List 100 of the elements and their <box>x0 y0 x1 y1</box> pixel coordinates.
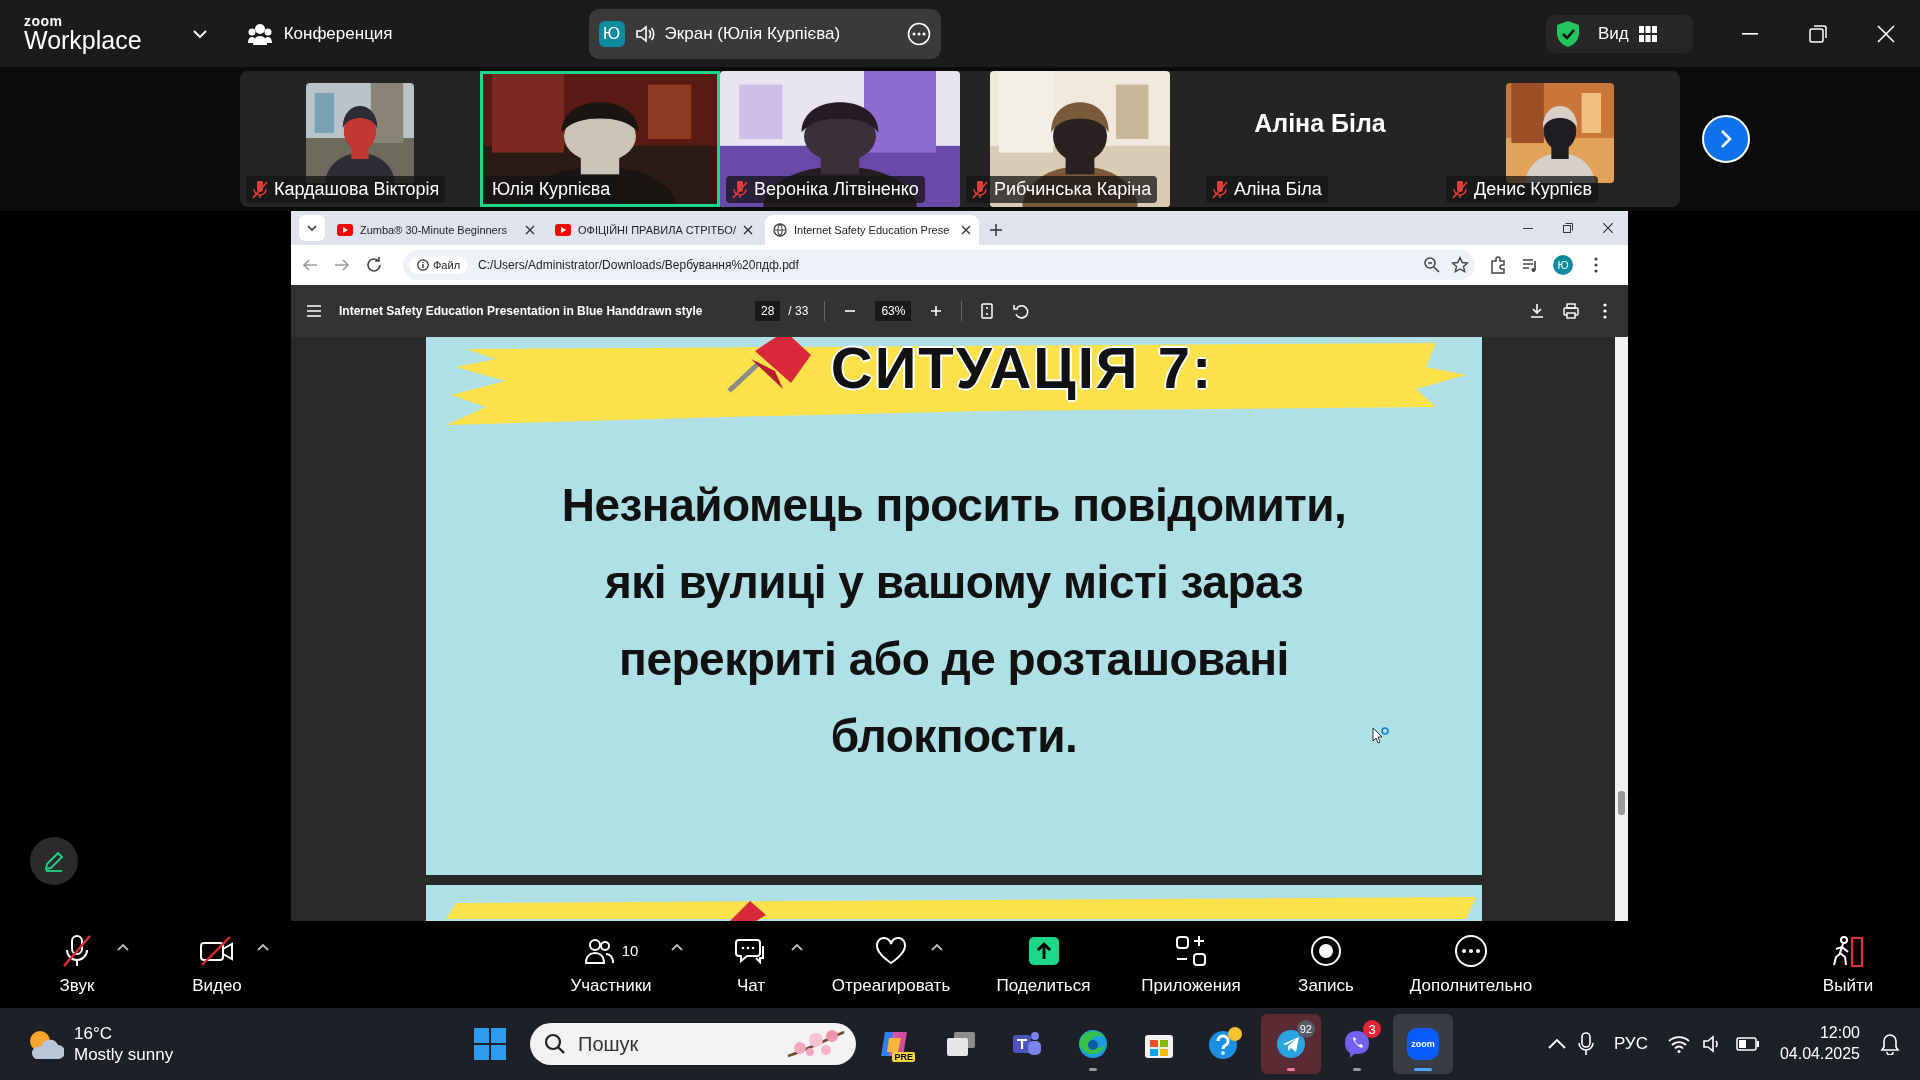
participant-tile[interactable]: Денис Курпієв <box>1440 71 1680 207</box>
weather-condition: Mostly sunny <box>74 1044 174 1066</box>
star-icon[interactable] <box>1451 256 1469 274</box>
browser-tab[interactable]: Zumba® 30-Minute Beginners <box>329 215 543 245</box>
print-icon[interactable] <box>1562 302 1580 320</box>
participant-count: 10 <box>621 942 639 959</box>
notification-count: 3 <box>1363 1020 1381 1038</box>
toolbar-button[interactable]: Поделиться <box>981 921 1106 1008</box>
address-field[interactable]: Файл C:/Users/Administrator/Downloads/Вербування%20пдф.pdf <box>403 250 1475 280</box>
task-view-icon[interactable] <box>945 1030 977 1058</box>
zoom-app-icon[interactable]: zoom <box>1407 1028 1439 1060</box>
view-button[interactable]: Вид <box>1598 23 1657 44</box>
close-icon[interactable] <box>743 225 753 235</box>
participant-tile[interactable]: Кардашова Вікторія <box>240 71 480 207</box>
taskbar-app[interactable]: 92 <box>1261 1014 1321 1074</box>
site-info-chip[interactable]: Файл <box>409 256 469 274</box>
caret-up-icon[interactable] <box>257 943 269 951</box>
slide-text: Незнайомець просить повідомити, які вулиці у вашому місті зараз перекриті або де розташовані блокпости. <box>560 478 1348 764</box>
minimize-icon <box>1742 32 1758 35</box>
meeting-button[interactable]: Конференция <box>247 13 393 54</box>
windows-icon <box>474 1028 506 1060</box>
browser-tab[interactable]: Internet Safety Education Prese <box>765 215 979 245</box>
caret-up-icon[interactable] <box>671 943 683 951</box>
tab-list-button[interactable] <box>299 215 325 241</box>
toolbar-button[interactable]: Дополнительно <box>1396 921 1546 1008</box>
zoom-level-field[interactable]: 63% <box>875 301 912 321</box>
toolbar-button[interactable]: Чат <box>701 921 801 1008</box>
microphone-icon[interactable] <box>1577 1032 1594 1056</box>
apps-icon <box>1175 934 1207 967</box>
chevron-down-icon[interactable] <box>191 28 208 39</box>
close-icon[interactable] <box>525 225 535 235</box>
toolbar-button[interactable]: 10 Участники <box>541 921 681 1008</box>
participant-display-name: Аліна Біла <box>1254 109 1386 138</box>
bell-icon[interactable] <box>1880 1033 1900 1055</box>
taskbar-app[interactable]: zoom <box>1393 1014 1453 1074</box>
clock-time: 12:00 <box>1819 1023 1860 1044</box>
page-count: / 33 <box>788 304 809 318</box>
screen-share-label: Экран (Юлія Курпієва) <box>664 23 842 44</box>
caret-up-icon[interactable] <box>931 943 943 951</box>
toolbar-button[interactable]: Видео <box>167 921 267 1008</box>
clock-date: 04.04.2025 <box>1779 1044 1860 1064</box>
url-text: C:/Users/Administrator/Downloads/Вербування%20пдф.pdf <box>478 258 800 272</box>
language-indicator[interactable]: РУС <box>1605 1034 1656 1054</box>
play-icon <box>337 224 353 236</box>
heart-icon <box>874 935 908 966</box>
clock-button[interactable]: 12:00 04.04.2025 <box>1771 1023 1868 1065</box>
browser-tab[interactable]: ОФІЦІЙНІ ПРАВИЛА СТРІТБО/ <box>547 215 761 245</box>
restore-icon <box>1809 24 1827 43</box>
wifi-icon[interactable] <box>1667 1035 1690 1053</box>
edge-icon[interactable] <box>1077 1028 1109 1060</box>
close-icon <box>1877 24 1895 43</box>
participant-tile[interactable]: Аліна Біла Аліна Біла <box>1200 71 1440 207</box>
toolbar-button[interactable]: Выйти <box>1808 921 1888 1008</box>
toolbar-button[interactable]: Звук <box>27 921 127 1008</box>
toolbar-button[interactable]: Отреагировать <box>821 921 961 1008</box>
menu-icon[interactable] <box>305 302 323 320</box>
temperature: 16°C <box>74 1022 113 1044</box>
battery-icon[interactable] <box>1735 1037 1760 1051</box>
share-screen-icon <box>1027 935 1060 966</box>
caret-up-icon[interactable] <box>791 943 803 951</box>
media-control-icon[interactable] <box>1521 256 1539 274</box>
participant-tile[interactable]: Вероніка Літвіненко <box>720 71 960 207</box>
participant-tile[interactable]: Юлія Курпієва <box>480 71 720 207</box>
notification-count: 92 <box>1296 1020 1315 1038</box>
more-icon[interactable] <box>906 21 931 46</box>
minimize-icon <box>1523 227 1533 229</box>
document-title: Internet Safety Education Presentation in Blue Handdrawn style <box>339 304 704 318</box>
close-icon[interactable] <box>961 225 971 235</box>
download-icon[interactable] <box>1528 302 1546 320</box>
caret-up-icon[interactable] <box>117 943 129 951</box>
help-icon[interactable] <box>1208 1027 1242 1061</box>
reload-icon[interactable] <box>365 256 383 274</box>
search-field[interactable]: Пошук <box>530 1023 856 1065</box>
rotate-icon[interactable] <box>1012 302 1031 320</box>
scrollbar[interactable] <box>1615 337 1628 921</box>
participant-name: Кардашова Вікторія <box>274 179 440 200</box>
page-number-field[interactable]: 28 <box>755 301 781 321</box>
participant-name: Юлія Курпієва <box>492 179 611 200</box>
annotate-button[interactable] <box>30 837 78 885</box>
shield-icon[interactable] <box>1556 19 1580 48</box>
taskbar-app[interactable]: PRE <box>865 1014 925 1074</box>
participant-name: Вероніка Літвіненко <box>754 179 919 200</box>
toolbar-button[interactable]: Приложения <box>1126 921 1256 1008</box>
taskbar-app[interactable]: 3 <box>1327 1014 1387 1074</box>
blossom-drawing <box>786 1028 846 1060</box>
avatar-initial: Ю <box>598 20 625 47</box>
people-icon <box>583 936 614 965</box>
profile-avatar[interactable]: Ю <box>1553 255 1573 275</box>
grid-icon <box>1638 25 1657 42</box>
next-page-button[interactable] <box>1702 115 1750 163</box>
info-icon <box>417 259 429 271</box>
chevron-up-icon[interactable] <box>1547 1039 1566 1049</box>
chevron-down-icon <box>307 225 317 231</box>
restore-icon <box>1563 223 1573 233</box>
puzzle-icon[interactable] <box>1489 256 1507 274</box>
slide-heading: СИТУАЦІЯ 7: <box>830 337 1214 399</box>
speaker-icon <box>634 24 655 43</box>
search-icon[interactable] <box>1423 256 1441 274</box>
participant-tile[interactable]: Рибчинська Каріна <box>960 71 1200 207</box>
toolbar-button[interactable]: Запись <box>1276 921 1376 1008</box>
